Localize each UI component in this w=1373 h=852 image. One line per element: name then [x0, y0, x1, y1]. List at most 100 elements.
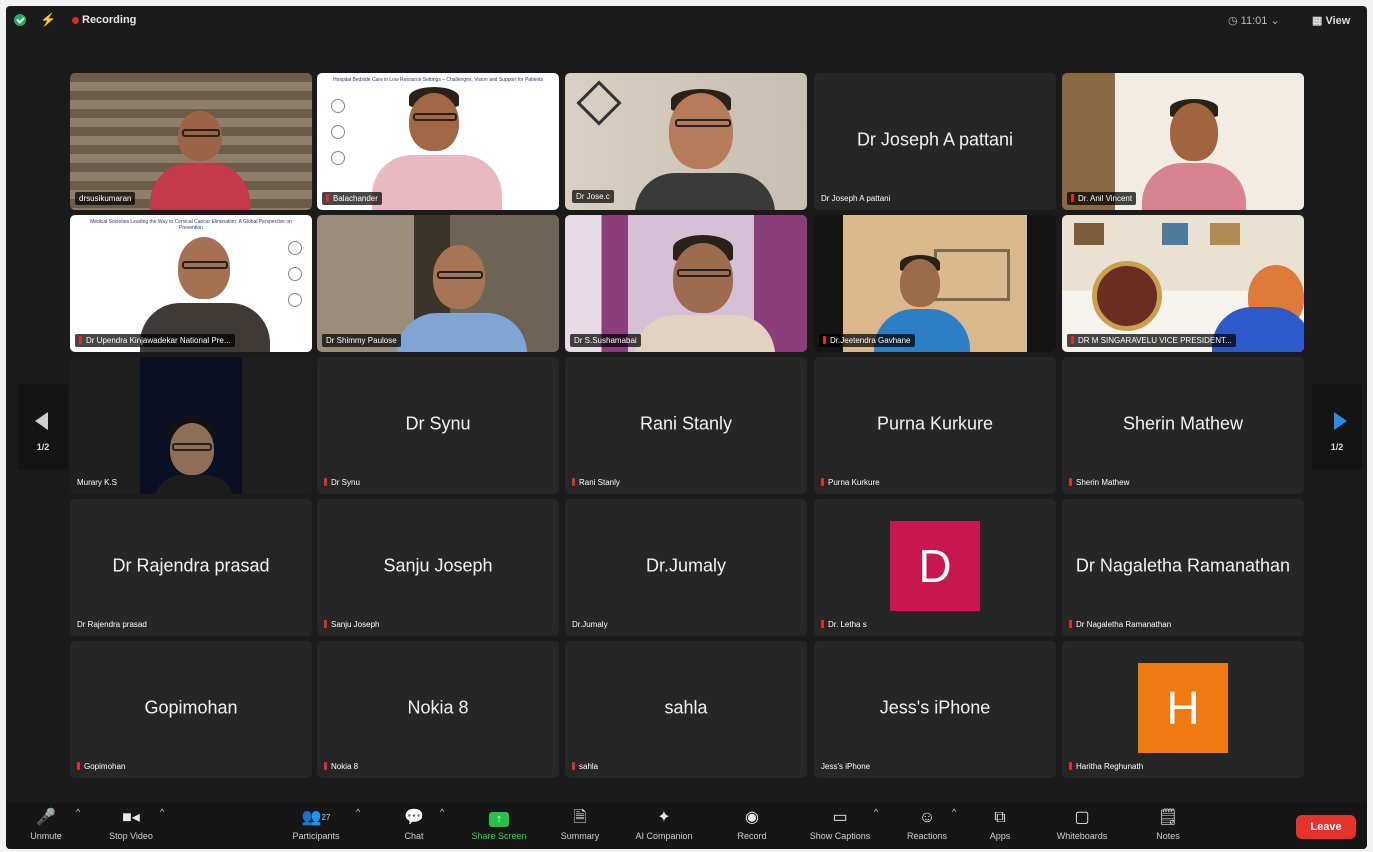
- muted-mic-icon: [324, 478, 327, 486]
- arrow-right-icon: [1334, 412, 1347, 430]
- participant-name: Haritha Reghunath: [1076, 762, 1144, 771]
- apps-button[interactable]: ⧉ Apps: [980, 807, 1020, 841]
- muted-mic-icon: [1071, 336, 1074, 344]
- video-tile[interactable]: DR M SINGARAVELU VICE PRESIDENT...: [1062, 215, 1304, 352]
- participants-icon: 👥27: [301, 809, 331, 826]
- summary-button[interactable]: 🗎 Summary: [552, 807, 608, 841]
- encryption-shield-icon[interactable]: [14, 14, 26, 26]
- view-button[interactable]: ▦ View: [1312, 14, 1350, 27]
- muted-mic-icon: [324, 620, 327, 628]
- participant-name-tag: Sanju Joseph: [322, 618, 383, 631]
- video-tile[interactable]: Gopimohan Gopimohan: [70, 641, 312, 778]
- participant-name: sahla: [579, 762, 599, 771]
- participant-display-name: Sanju Joseph: [383, 554, 493, 575]
- leave-button[interactable]: Leave: [1296, 815, 1356, 839]
- unmute-button[interactable]: 🎤 Unmute: [24, 807, 68, 841]
- muted-mic-icon: [572, 478, 575, 486]
- video-options-caret-icon[interactable]: ^: [160, 807, 164, 817]
- participant-name-tag: Dr S.Sushamabai: [570, 334, 641, 347]
- meeting-clock[interactable]: ◷ 11:01 ⌄: [1228, 14, 1280, 27]
- video-tile[interactable]: Jess's iPhone Jess's iPhone: [814, 641, 1056, 778]
- video-tile[interactable]: Murary K.S: [70, 357, 312, 494]
- participant-name: Dr.Jeetendra Gavhane: [830, 336, 911, 345]
- participant-name: Sherin Mathew: [1076, 478, 1130, 487]
- record-icon: ◉: [745, 809, 759, 826]
- arrow-left-icon: [35, 412, 48, 430]
- video-tile[interactable]: Medical Societies Leading the Way to Cer…: [70, 215, 312, 352]
- participant-name: Rani Stanly: [579, 478, 620, 487]
- whiteboards-button[interactable]: ▢ Whiteboards: [1046, 807, 1118, 841]
- reactions-options-caret-icon[interactable]: ^: [952, 807, 956, 817]
- show-captions-label: Show Captions: [809, 831, 871, 841]
- next-page-button[interactable]: 1/2: [1312, 384, 1362, 470]
- shared-slide-title: Medical Societies Leading the Way to Cer…: [90, 219, 292, 231]
- video-tile[interactable]: Dr. Anil Vincent: [1062, 73, 1304, 210]
- participant-name-tag: Dr. Letha s: [819, 618, 871, 631]
- participant-name: Dr. Anil Vincent: [1078, 194, 1133, 203]
- participant-name: DR M SINGARAVELU VICE PRESIDENT...: [1078, 336, 1232, 345]
- participant-name-tag: Balachander: [322, 192, 382, 205]
- video-tile-active-speaker[interactable]: Dr Jose.c: [565, 73, 807, 210]
- notes-button[interactable]: 🗒 Notes: [1146, 807, 1190, 841]
- participant-name-tag: Murary K.S: [77, 478, 118, 487]
- video-tile[interactable]: Dr Shimmy Paulose: [317, 215, 559, 352]
- clock-time: 11:01: [1240, 15, 1268, 27]
- video-tile[interactable]: Dr Rajendra prasad Dr Rajendra prasad: [70, 499, 312, 636]
- lightning-icon[interactable]: ⚡: [40, 12, 56, 28]
- video-tile[interactable]: Dr.Jumaly Dr.Jumaly: [565, 499, 807, 636]
- ai-companion-button[interactable]: ✦ AI Companion: [624, 807, 704, 841]
- muted-mic-icon: [1069, 620, 1072, 628]
- audio-options-caret-icon[interactable]: ^: [76, 807, 80, 817]
- video-tile[interactable]: Sherin Mathew Sherin Mathew: [1062, 357, 1304, 494]
- reactions-button[interactable]: ☺ Reactions: [898, 807, 956, 841]
- video-tile[interactable]: Nokia 8 Nokia 8: [317, 641, 559, 778]
- recording-label[interactable]: Recording: [82, 14, 136, 26]
- video-tile[interactable]: D Dr. Letha s: [814, 499, 1056, 636]
- show-captions-button[interactable]: ▭ Show Captions: [798, 807, 882, 841]
- participants-options-caret-icon[interactable]: ^: [356, 807, 360, 817]
- participant-name: Dr. Letha s: [828, 620, 867, 629]
- participant-display-name: Gopimohan: [144, 696, 238, 717]
- sparkle-icon: ✦: [657, 809, 671, 826]
- participant-name: Nokia 8: [331, 762, 359, 771]
- video-tile[interactable]: Purna Kurkure Purna Kurkure: [814, 357, 1056, 494]
- record-button[interactable]: ◉ Record: [728, 807, 776, 841]
- participant-name-tag: Dr Synu: [322, 476, 364, 489]
- participants-button[interactable]: 👥27 Participants: [280, 807, 352, 841]
- whiteboard-icon: ▢: [1074, 809, 1090, 826]
- unmute-label: Unmute: [30, 831, 62, 841]
- video-tile[interactable]: Dr S.Sushamabai: [565, 215, 807, 352]
- share-screen-button[interactable]: ↑ Share Screen: [461, 807, 537, 841]
- video-tile[interactable]: Sanju Joseph Sanju Joseph: [317, 499, 559, 636]
- participant-name: Dr Nagaletha Ramanathan: [1076, 620, 1172, 629]
- stop-video-button[interactable]: ■◂ Stop Video: [98, 807, 164, 841]
- participant-name: Balachander: [333, 194, 378, 203]
- reactions-label: Reactions: [906, 831, 948, 841]
- participant-name-tag: Dr Upendra Kinjawadekar National Pre...: [75, 334, 235, 347]
- previous-page-button[interactable]: 1/2: [18, 384, 68, 470]
- zoom-meeting-window: ⚡ Recording ◷ 11:01 ⌄ ▦ View 1/2 1/2 drs…: [6, 6, 1367, 849]
- participant-name-tag: Nokia 8: [322, 760, 362, 773]
- participant-name-tag: Dr.Jumaly: [572, 620, 608, 629]
- captions-options-caret-icon[interactable]: ^: [874, 807, 878, 817]
- video-tile[interactable]: drsusikumaran: [70, 73, 312, 210]
- chat-button[interactable]: 💬 Chat: [392, 807, 436, 841]
- video-tile[interactable]: sahla sahla: [565, 641, 807, 778]
- participant-display-name: Nokia 8: [407, 696, 469, 717]
- shared-slide-title: Hospital Bedside Care in Low Resource Se…: [332, 77, 544, 83]
- participant-name-tag: Dr Nagaletha Ramanathan: [1067, 618, 1175, 631]
- video-tile[interactable]: Dr Nagaletha Ramanathan Dr Nagaletha Ram…: [1062, 499, 1304, 636]
- notes-icon: 🗒: [1157, 809, 1179, 826]
- video-tile[interactable]: Dr Joseph A pattani Dr Joseph A pattani: [814, 73, 1056, 210]
- video-tile[interactable]: Dr Synu Dr Synu: [317, 357, 559, 494]
- participant-name-tag: drsusikumaran: [75, 192, 136, 205]
- muted-mic-icon: [79, 336, 82, 344]
- video-tile[interactable]: Hospital Bedside Care in Low Resource Se…: [317, 73, 559, 210]
- video-tile[interactable]: H Haritha Reghunath: [1062, 641, 1304, 778]
- video-tile[interactable]: Rani Stanly Rani Stanly: [565, 357, 807, 494]
- participant-video: Hospital Bedside Care in Low Resource Se…: [317, 73, 559, 210]
- video-tile[interactable]: Dr.Jeetendra Gavhane: [814, 215, 1056, 352]
- participants-label: Participants: [292, 831, 340, 841]
- record-label: Record: [737, 831, 767, 841]
- chat-options-caret-icon[interactable]: ^: [440, 807, 444, 817]
